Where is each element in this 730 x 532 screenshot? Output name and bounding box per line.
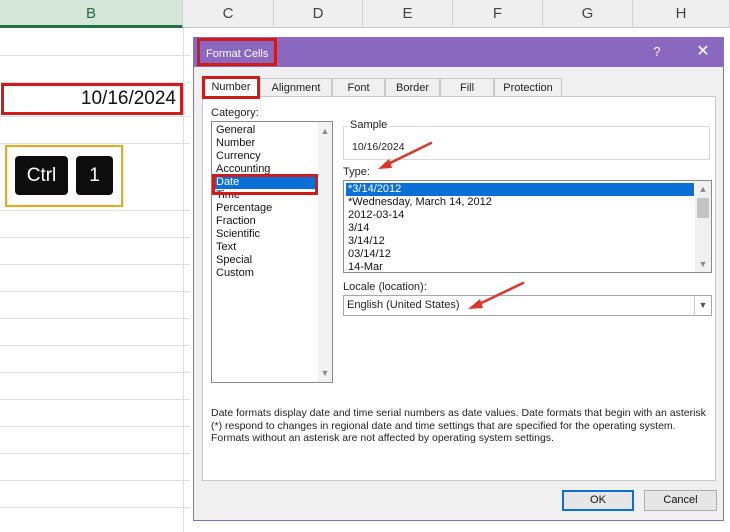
category-label: Category: (211, 107, 259, 119)
keyboard-shortcut-callout: Ctrl 1 (5, 145, 123, 207)
format-cells-dialog: Format Cells ? ✕ Number Alignment Font B… (193, 37, 724, 521)
category-item-fraction[interactable]: Fraction (215, 215, 315, 228)
date-highlight-box (212, 174, 318, 195)
type-item[interactable]: *3/14/2012 (346, 183, 694, 196)
type-item[interactable]: 3/14/12 (346, 235, 694, 248)
scroll-up-arrow-icon[interactable]: ▲ (696, 182, 710, 196)
category-item-number[interactable]: Number (215, 137, 315, 150)
row-gridline (0, 264, 190, 265)
close-icon[interactable]: ✕ (688, 38, 718, 66)
row-gridline (0, 210, 190, 211)
tab-alignment[interactable]: Alignment (260, 78, 332, 98)
column-header-b[interactable]: B (0, 0, 183, 28)
type-item[interactable]: 2012-03-14 (346, 209, 694, 222)
column-header-row: B C D E F G H (0, 0, 730, 28)
category-item-general[interactable]: General (215, 124, 315, 137)
selected-cell-b[interactable]: 10/16/2024 (1, 83, 183, 115)
scroll-thumb[interactable] (697, 198, 709, 218)
format-description: Date formats display date and time seria… (211, 407, 706, 444)
category-scrollbar[interactable]: ▲ ▼ (318, 122, 332, 382)
sample-label: Sample (348, 119, 390, 131)
red-arrow-icon (468, 281, 525, 309)
type-item[interactable]: 03/14/12 (346, 248, 694, 261)
category-list[interactable]: General Number Currency Accounting Date … (211, 121, 333, 383)
dialog-title: Format Cells (197, 38, 278, 66)
column-header-g[interactable]: G (543, 0, 633, 28)
scroll-down-arrow-icon[interactable]: ▼ (318, 366, 332, 380)
category-item-percentage[interactable]: Percentage (215, 202, 315, 215)
cancel-button[interactable]: Cancel (644, 490, 717, 511)
type-label: Type: (343, 166, 370, 178)
row-gridline (0, 426, 190, 427)
one-key: 1 (76, 156, 113, 195)
category-item-custom[interactable]: Custom (215, 267, 315, 280)
locale-value: English (United States) (347, 299, 460, 311)
number-tab-panel: Category: General Number Currency Accoun… (202, 96, 716, 481)
column-header-e[interactable]: E (363, 0, 453, 28)
column-header-c[interactable]: C (183, 0, 274, 28)
row-gridline (0, 116, 190, 117)
question-mark-icon[interactable]: ? (644, 38, 670, 66)
column-gridline (183, 28, 184, 532)
row-gridline (0, 55, 190, 56)
row-gridline (0, 318, 190, 319)
tab-fill[interactable]: Fill (440, 78, 494, 98)
row-gridline (0, 480, 190, 481)
row-gridline (0, 507, 190, 508)
ok-button[interactable]: OK (562, 490, 634, 511)
type-item[interactable]: 14-Mar (346, 261, 694, 272)
column-header-h[interactable]: H (633, 0, 730, 28)
category-item-special[interactable]: Special (215, 254, 315, 267)
chevron-down-icon[interactable]: ▼ (694, 296, 711, 315)
tab-border[interactable]: Border (385, 78, 440, 98)
scroll-up-arrow-icon[interactable]: ▲ (318, 124, 332, 138)
column-header-d[interactable]: D (274, 0, 363, 28)
type-item[interactable]: *Wednesday, March 14, 2012 (346, 196, 694, 209)
category-item-currency[interactable]: Currency (215, 150, 315, 163)
type-scrollbar[interactable]: ▲ ▼ (695, 181, 711, 272)
type-item[interactable]: 3/14 (346, 222, 694, 235)
dialog-titlebar[interactable]: Format Cells ? ✕ (194, 38, 723, 67)
dialog-tabs: Number Alignment Font Border Fill Protec… (202, 76, 722, 99)
tab-number[interactable]: Number (202, 76, 260, 99)
tab-font[interactable]: Font (332, 78, 385, 98)
red-arrow-icon (378, 141, 433, 169)
row-gridline (0, 453, 190, 454)
category-item-text[interactable]: Text (215, 241, 315, 254)
row-gridline (0, 372, 190, 373)
row-gridline (0, 291, 190, 292)
column-header-f[interactable]: F (453, 0, 543, 28)
row-gridline (0, 237, 190, 238)
row-gridline (0, 399, 190, 400)
category-item-scientific[interactable]: Scientific (215, 228, 315, 241)
locale-label: Locale (location): (343, 281, 427, 293)
ctrl-key: Ctrl (15, 156, 68, 195)
type-list[interactable]: *3/14/2012 *Wednesday, March 14, 2012 20… (343, 180, 712, 273)
row-gridline (0, 345, 190, 346)
row-gridline (0, 143, 190, 144)
tab-protection[interactable]: Protection (494, 78, 562, 98)
scroll-down-arrow-icon[interactable]: ▼ (696, 257, 710, 271)
